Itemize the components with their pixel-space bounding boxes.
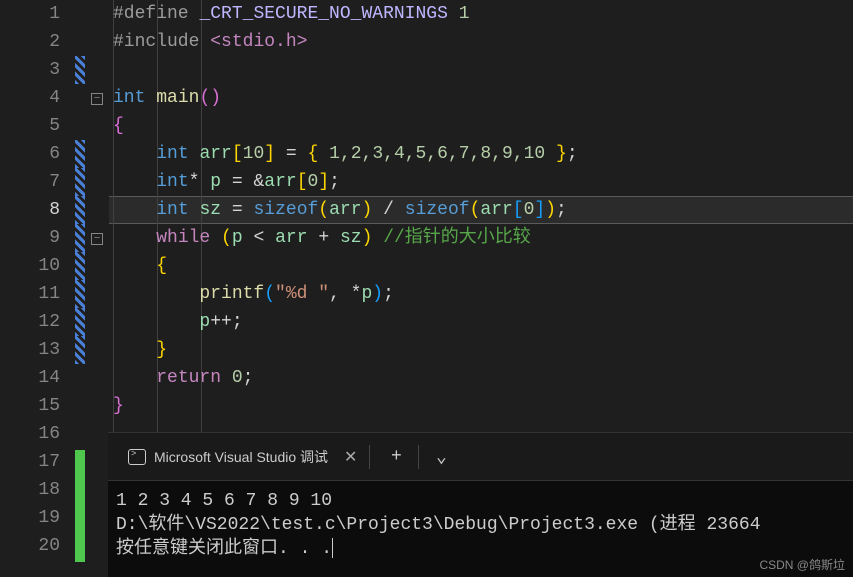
new-tab-button[interactable]: + [378, 439, 414, 475]
terminal-tab-bar: Microsoft Visual Studio 调试 ✕ + ⌄ [108, 433, 853, 481]
code-line: int* p = &arr[0]; [109, 168, 853, 196]
code-line: #include <stdio.h> [109, 28, 853, 56]
chevron-down-icon[interactable]: ⌄ [423, 439, 459, 475]
terminal-icon [128, 449, 146, 465]
code-line: int arr[10] = { 1,2,3,4,5,6,7,8,9,10 }; [109, 140, 853, 168]
change-indicator-bar [75, 0, 85, 577]
code-line: #define _CRT_SECURE_NO_WARNINGS 1 [109, 0, 853, 28]
code-line: printf("%d ", *p); [109, 280, 853, 308]
terminal-output[interactable]: 1 2 3 4 5 6 7 8 9 10 D:\软件\VS2022\test.c… [108, 481, 853, 569]
close-icon[interactable]: ✕ [344, 447, 357, 467]
fold-toggle-icon[interactable]: − [91, 233, 103, 245]
code-line [109, 56, 853, 84]
terminal-tab[interactable]: Microsoft Visual Studio 调试 ✕ [116, 441, 369, 473]
code-line: } [109, 392, 853, 420]
code-line: { [109, 252, 853, 280]
terminal-panel[interactable]: Microsoft Visual Studio 调试 ✕ + ⌄ 1 2 3 4… [108, 432, 853, 577]
line-number-gutter: 1 2 3 4 5 6 7 8 9 10 11 12 13 14 15 16 1… [0, 0, 75, 577]
separator [418, 445, 419, 469]
code-line: { [109, 112, 853, 140]
fold-column[interactable]: − − [85, 0, 109, 577]
code-line: int main() [109, 84, 853, 112]
separator [369, 445, 370, 469]
terminal-cursor [332, 538, 333, 558]
code-line: } [109, 336, 853, 364]
fold-toggle-icon[interactable]: − [91, 93, 103, 105]
code-line: while (p < arr + sz) //指针的大小比较 [109, 224, 853, 252]
code-line: p++; [109, 308, 853, 336]
terminal-tab-title: Microsoft Visual Studio 调试 [154, 447, 328, 467]
watermark: CSDN @鸽斯垃 [759, 556, 845, 573]
code-line: return 0; [109, 364, 853, 392]
